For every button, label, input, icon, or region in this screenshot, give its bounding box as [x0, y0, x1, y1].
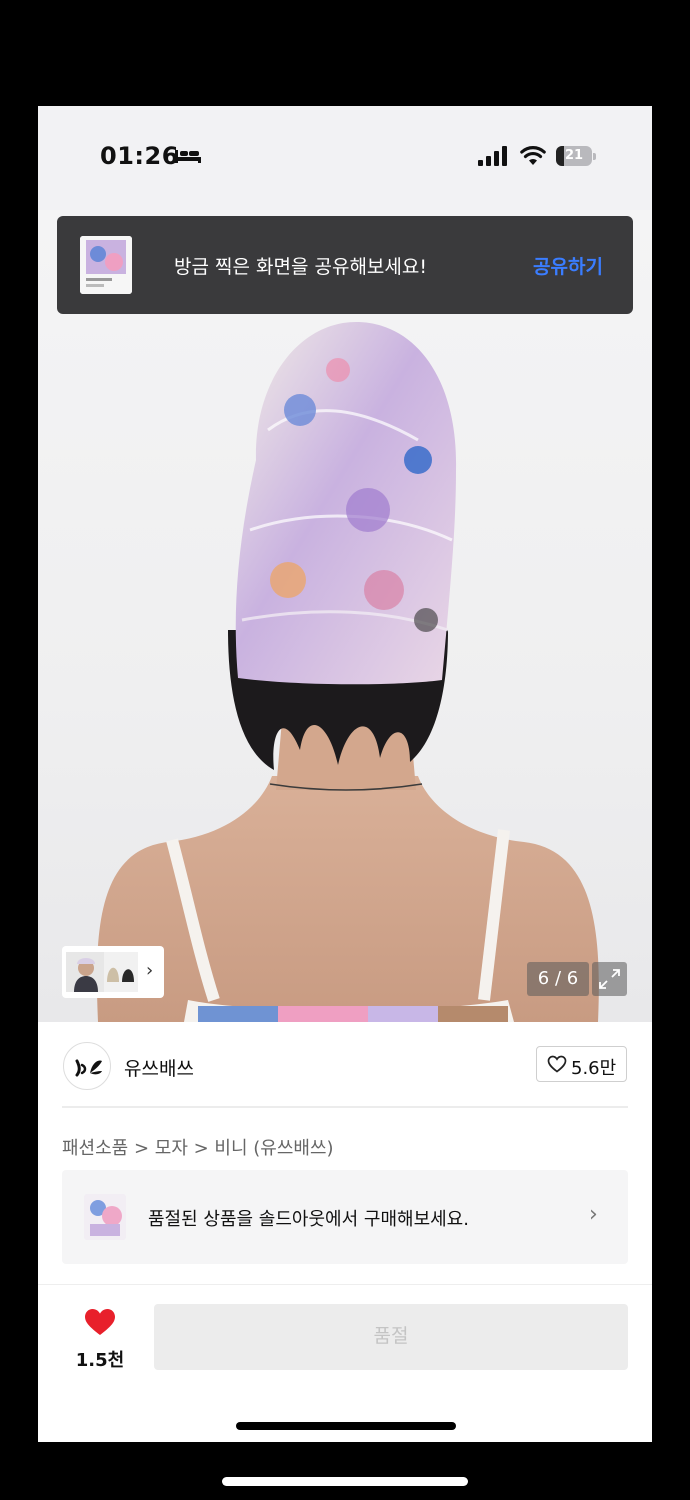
status-bar: 01:26 21	[38, 106, 652, 210]
image-counter: 6 / 6	[527, 962, 589, 996]
divider	[62, 1106, 628, 1108]
share-button[interactable]: 공유하기	[533, 252, 603, 279]
seller-like-count: 5.6만	[571, 1058, 617, 1079]
thumbnail-image	[104, 952, 138, 992]
wifi-icon	[520, 146, 546, 165]
phone-screen: 01:26 21 방금 찍은 화면을 공유해보세요! 공유하기 › 6 / 6 …	[38, 106, 652, 1442]
status-time: 01:26	[100, 142, 179, 170]
screenshot-thumbnail	[80, 236, 132, 294]
bed-icon	[175, 150, 201, 163]
share-toast: 방금 찍은 화면을 공유해보세요! 공유하기	[57, 216, 633, 314]
battery-level: 21	[564, 148, 584, 163]
breadcrumb[interactable]: 패션소품 > 모자 > 비니 (유쓰배쓰)	[62, 1134, 334, 1160]
thumbnail-strip[interactable]: ›	[62, 946, 164, 998]
home-indicator	[236, 1422, 456, 1430]
model-illustration	[96, 322, 599, 1022]
bottom-bar-divider	[38, 1284, 652, 1285]
toast-message: 방금 찍은 화면을 공유해보세요!	[174, 256, 427, 278]
heart-filled-icon	[85, 1309, 115, 1335]
wishlist-count: 1.5천	[75, 1350, 125, 1371]
soldout-promo-banner[interactable]: 품절된 상품을 솔드아웃에서 구매해보세요. ›	[62, 1170, 628, 1264]
outer-home-indicator	[222, 1477, 468, 1486]
seller-logo	[63, 1042, 111, 1090]
expand-icon[interactable]	[592, 962, 627, 996]
seller-row[interactable]: 유쓰배쓰 5.6만	[38, 1022, 652, 1106]
sold-out-button[interactable]: 품절	[154, 1304, 628, 1370]
heart-outline-icon	[547, 1055, 567, 1073]
thumbnail-image	[66, 952, 106, 992]
promo-text: 품절된 상품을 솔드아웃에서 구매해보세요.	[148, 1209, 469, 1230]
promo-thumbnail	[84, 1194, 126, 1240]
follow-like-button[interactable]: 5.6만	[536, 1046, 627, 1082]
seller-name[interactable]: 유쓰배쓰	[124, 1054, 194, 1081]
chevron-right-icon: ›	[589, 1202, 598, 1227]
battery-icon: 21	[556, 146, 596, 166]
chevron-right-icon: ›	[146, 960, 154, 981]
wishlist-button[interactable]: 1.5천	[72, 1308, 128, 1378]
signal-icon	[478, 146, 507, 166]
product-image[interactable]	[38, 210, 652, 1022]
